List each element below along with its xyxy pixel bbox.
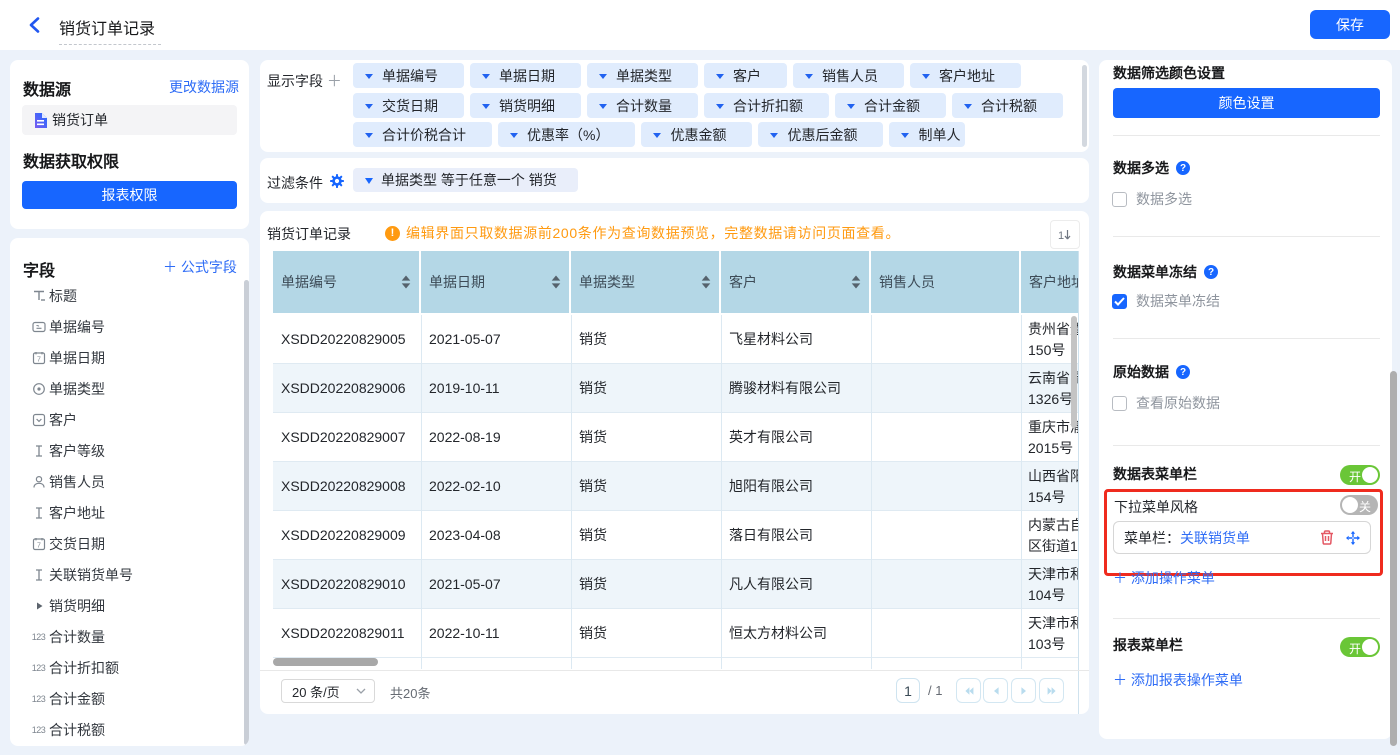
svg-text:7: 7 <box>37 543 41 550</box>
svg-text:7: 7 <box>37 357 41 364</box>
svg-text:1: 1 <box>1058 230 1064 242</box>
